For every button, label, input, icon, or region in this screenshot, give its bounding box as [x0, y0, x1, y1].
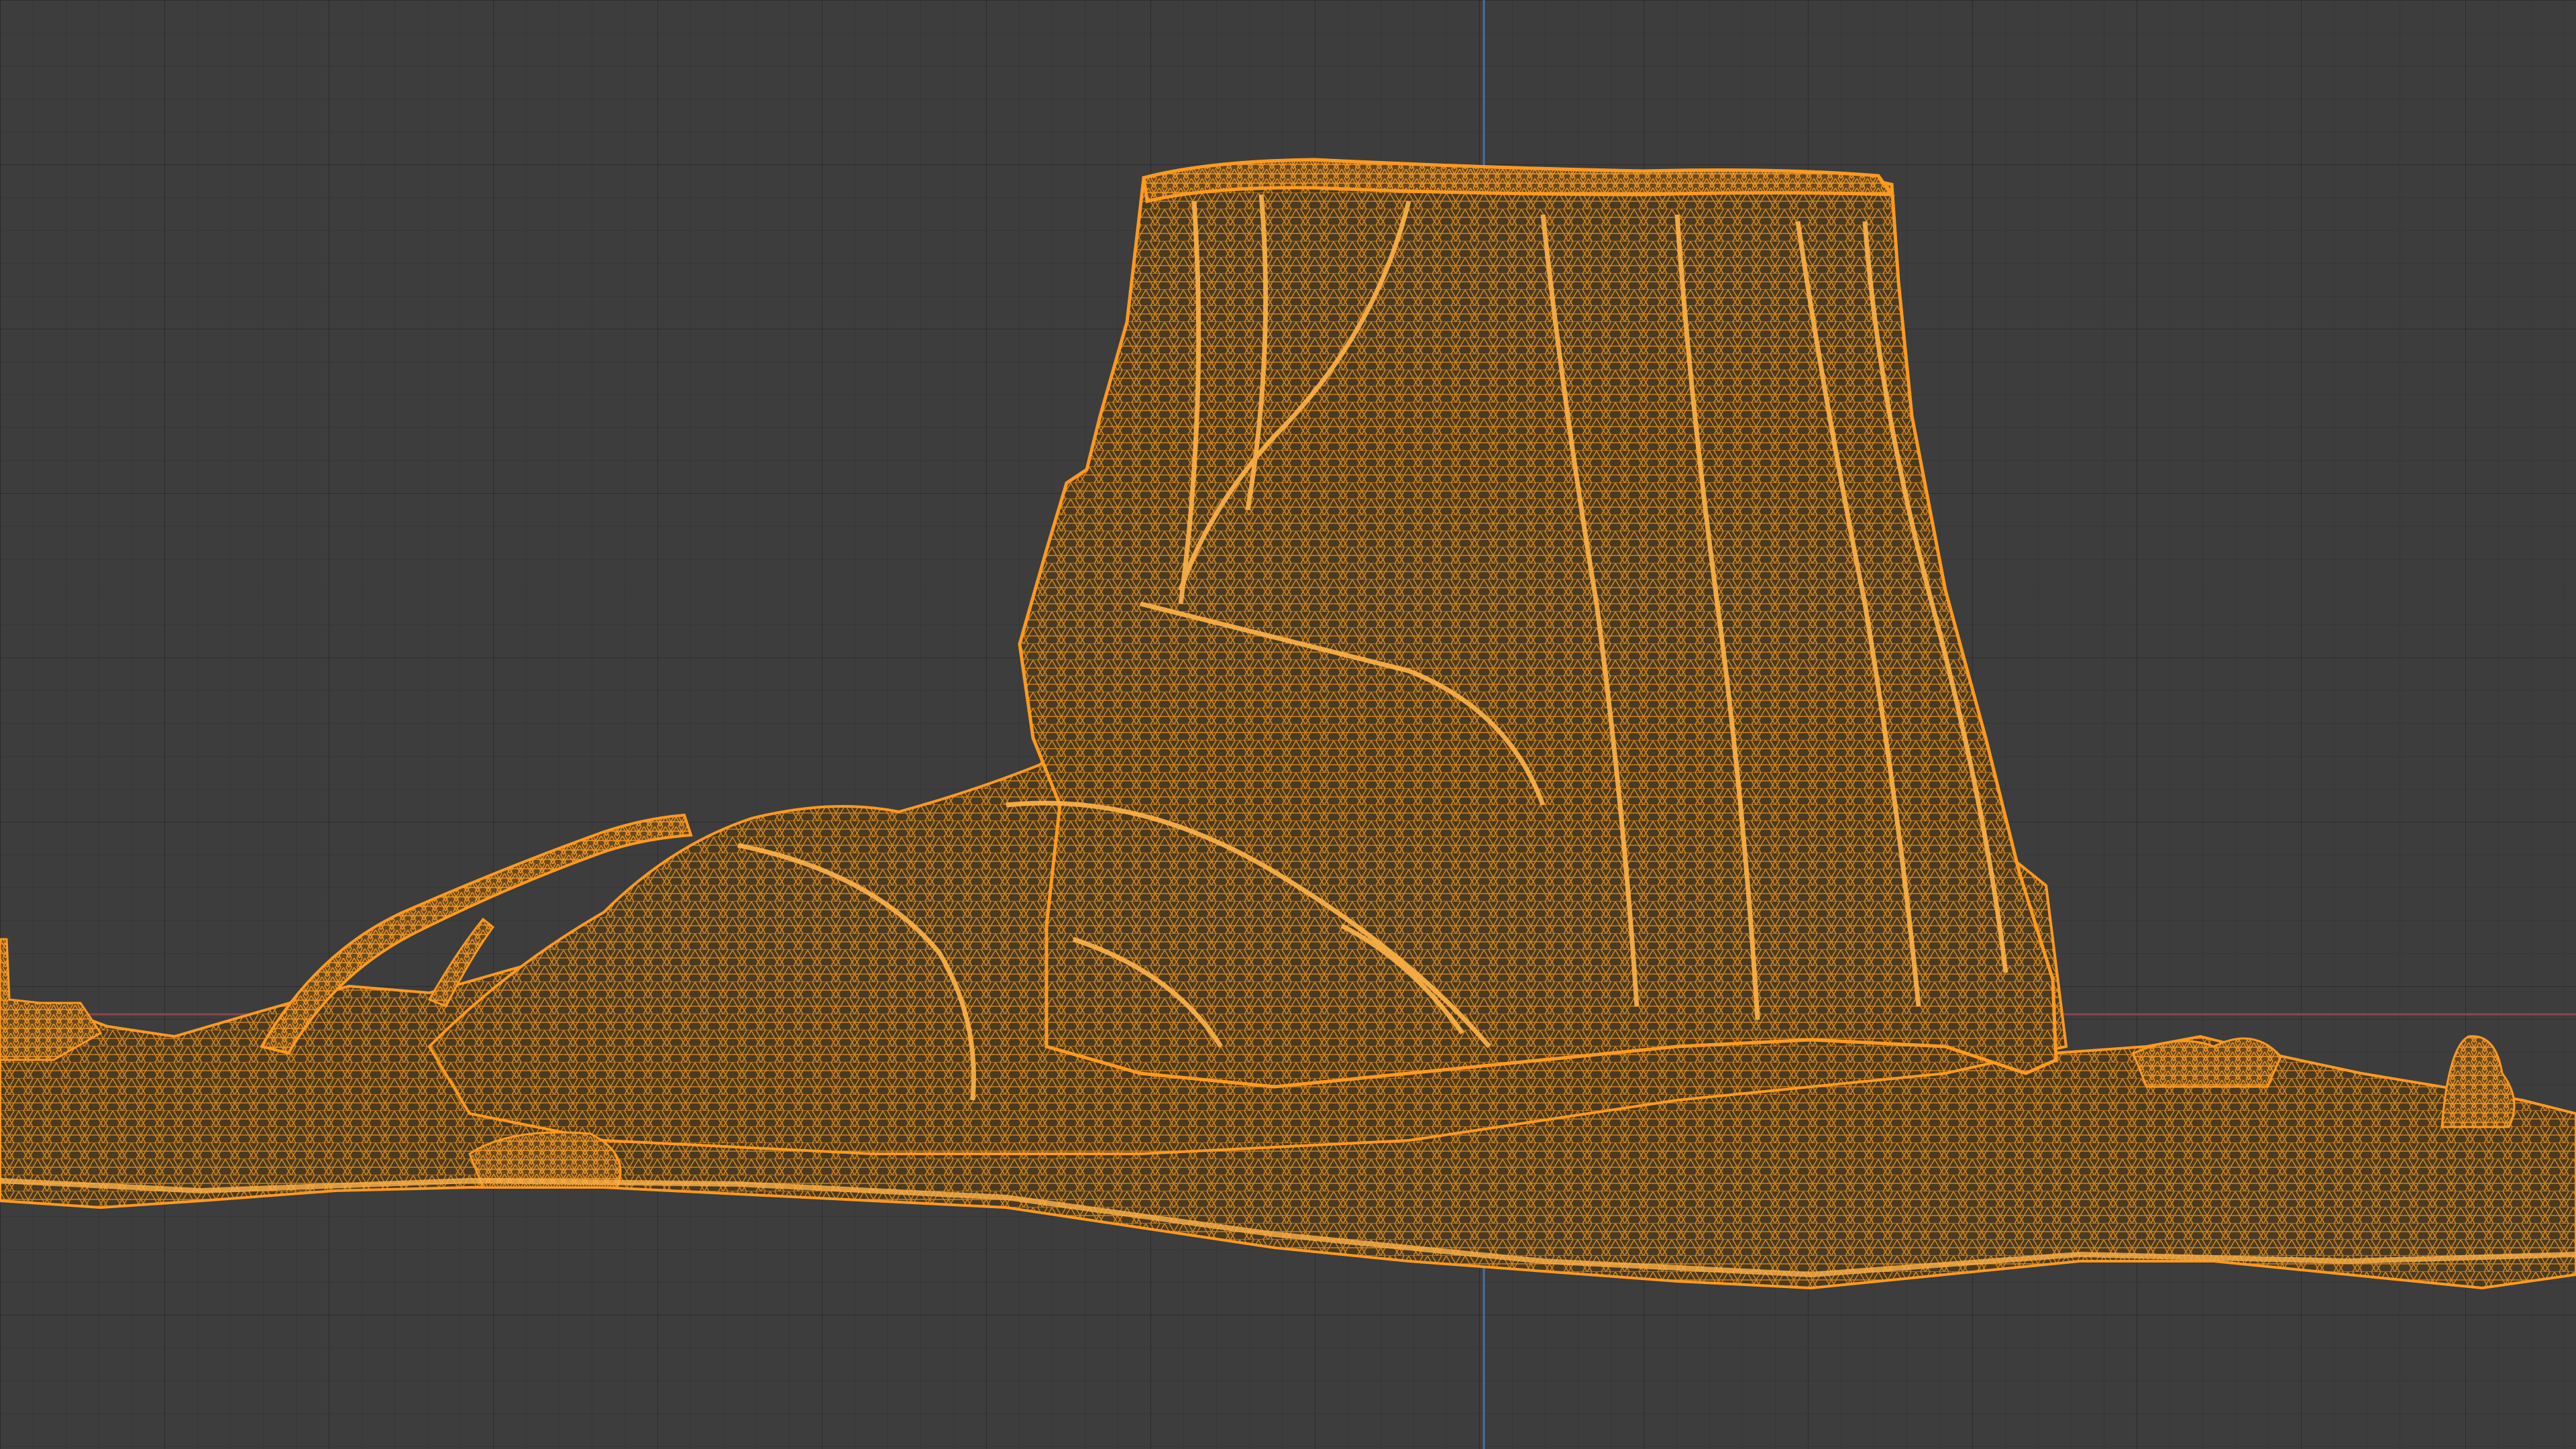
- ground-lump-right[interactable]: [2132, 1037, 2282, 1088]
- ground-fragment-left[interactable]: [0, 938, 103, 1061]
- stump-trunk[interactable]: [1018, 162, 2058, 1089]
- 3d-viewport[interactable]: [0, 0, 2576, 1449]
- ground-lump-far-right[interactable]: [2440, 1035, 2516, 1128]
- viewport-scene: [0, 0, 2576, 1449]
